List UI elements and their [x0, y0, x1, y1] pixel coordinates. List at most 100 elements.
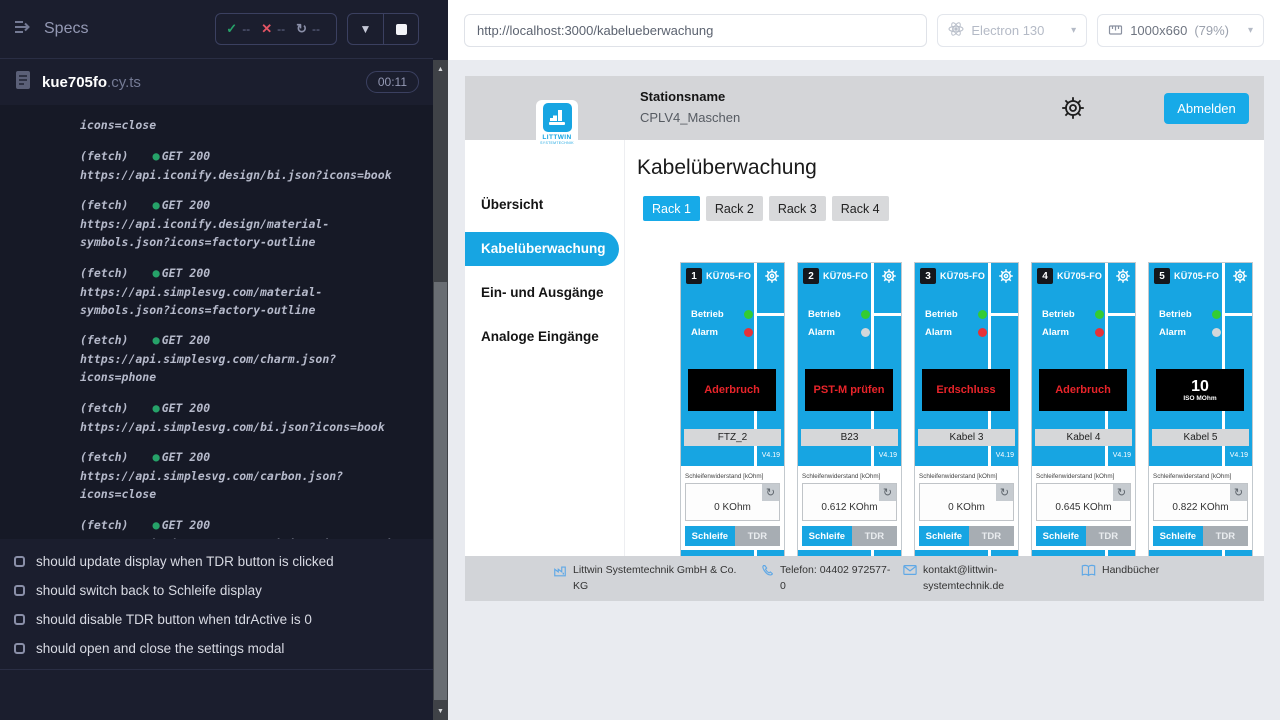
- betrieb-led: [1212, 310, 1221, 319]
- tdr-button[interactable]: TDR: [1086, 526, 1131, 546]
- card-settings-gear-icon[interactable]: [1230, 266, 1250, 286]
- schleife-button[interactable]: Schleife: [1036, 526, 1086, 546]
- status-display: Aderbruch: [1039, 369, 1127, 411]
- status-display: Aderbruch: [688, 369, 776, 411]
- card-settings-gear-icon[interactable]: [1113, 266, 1133, 286]
- refresh-icon[interactable]: ↻: [996, 484, 1013, 501]
- log-entry[interactable]: (fetch)●GET 200 https://api.simplesvg.co…: [80, 516, 419, 539]
- cable-label: B23: [801, 429, 898, 446]
- tdr-button[interactable]: TDR: [852, 526, 897, 546]
- reading-value: 0.645 KOhm: [1037, 502, 1130, 513]
- screen: Specs ✓ -- ✕ -- ↻ -- ▼: [0, 0, 1280, 720]
- tdr-button[interactable]: TDR: [1203, 526, 1248, 546]
- stop-run-button[interactable]: [383, 14, 418, 44]
- tab-rack-1[interactable]: Rack 1: [643, 196, 700, 221]
- sidebar-item-analoge-eingaenge[interactable]: Analoge Eingänge: [465, 320, 619, 354]
- divider: [988, 313, 1018, 316]
- reading-box: ↻ 0 KOhm: [685, 483, 780, 521]
- status-dot-icon: ●: [152, 518, 159, 532]
- log-entry[interactable]: (fetch)●GET 200 https://api.iconify.desi…: [80, 196, 419, 251]
- spec-extension: .cy.ts: [107, 74, 141, 91]
- betrieb-led: [744, 310, 753, 319]
- url-input[interactable]: http://localhost:3000/kabelueberwachung: [464, 14, 927, 47]
- schleife-button[interactable]: Schleife: [1153, 526, 1203, 546]
- sidebar-item-uebersicht[interactable]: Übersicht: [465, 188, 619, 222]
- tab-rack-2[interactable]: Rack 2: [706, 196, 763, 221]
- viewport-selector[interactable]: 1000x660 (79%) ▾: [1097, 14, 1264, 47]
- sidebar-item-kabelueberwachung[interactable]: Kabelüberwachung: [465, 232, 619, 266]
- spec-row[interactable]: kue705fo.cy.ts 00:11: [0, 59, 433, 105]
- test-item[interactable]: should switch back to Schleife display: [0, 576, 433, 605]
- electron-icon: [948, 21, 964, 40]
- card-model: KÜ705-FO: [940, 271, 985, 281]
- log-entry[interactable]: (fetch)●GET 200 https://api.simplesvg.co…: [80, 331, 419, 386]
- test-item[interactable]: should update display when TDR button is…: [0, 547, 433, 576]
- cable-label: Kabel 4: [1035, 429, 1132, 446]
- app-main: Kabelüberwachung Rack 1 Rack 2 Rack 3 Ra…: [637, 140, 1264, 556]
- card-settings-gear-icon[interactable]: [996, 266, 1016, 286]
- test-item[interactable]: should disable TDR button when tdrActive…: [0, 605, 433, 634]
- log-entry[interactable]: (fetch)●GET 200 https://api.simplesvg.co…: [80, 264, 419, 319]
- test-item[interactable]: should open and close the settings modal: [0, 634, 433, 663]
- reading-title: Schleifenwiderstand [kOhm]: [685, 473, 763, 480]
- schleife-button[interactable]: Schleife: [919, 526, 969, 546]
- divider: [871, 313, 901, 316]
- footer-company: Littwin Systemtechnik GmbH & Co. KG: [553, 563, 738, 595]
- failed-count: --: [277, 22, 285, 36]
- footer-email[interactable]: kontakt@littwin-systemtechnik.de: [903, 563, 1023, 595]
- ruler-icon: [1108, 21, 1123, 39]
- logout-button[interactable]: Abmelden: [1164, 93, 1249, 124]
- log-entry[interactable]: (fetch)●GET 200 https://api.simplesvg.co…: [80, 399, 419, 437]
- alarm-led: [1095, 328, 1104, 337]
- device-card-5: 5 KÜ705-FO: [1148, 262, 1253, 601]
- status-display: PST-M prüfen: [805, 369, 893, 411]
- chevron-down-icon: ▼: [360, 22, 372, 36]
- schleife-button[interactable]: Schleife: [802, 526, 852, 546]
- betrieb-led: [1095, 310, 1104, 319]
- refresh-icon[interactable]: ↻: [879, 484, 896, 501]
- browser-selector[interactable]: Electron 130 ▾: [937, 14, 1087, 47]
- footer-phone[interactable]: Telefon: 04402 972577-0: [761, 563, 893, 595]
- device-cards: 1 KÜ705-FO: [637, 262, 1264, 601]
- specs-list-arrow-icon: [14, 20, 34, 39]
- status-dot-icon: ●: [152, 149, 159, 163]
- cable-label: FTZ_2: [684, 429, 781, 446]
- tdr-button[interactable]: TDR: [735, 526, 780, 546]
- collapse-button[interactable]: ▼: [348, 14, 383, 44]
- tdr-button[interactable]: TDR: [969, 526, 1014, 546]
- log-url: https://api.iconify.design/bi.json?icons…: [80, 167, 410, 185]
- card-settings-gear-icon[interactable]: [762, 266, 782, 286]
- divider: [754, 313, 784, 316]
- refresh-icon[interactable]: ↻: [1113, 484, 1130, 501]
- reading-box: ↻ 0 KOhm: [919, 483, 1014, 521]
- reading-value: 0.612 KOhm: [803, 502, 896, 513]
- card-model: KÜ705-FO: [1057, 271, 1102, 281]
- sidebar-item-ein-und-ausgaenge[interactable]: Ein- und Ausgänge: [465, 276, 619, 310]
- card-settings-gear-icon[interactable]: [879, 266, 899, 286]
- refresh-icon[interactable]: ↻: [762, 484, 779, 501]
- refresh-icon[interactable]: ↻: [1230, 484, 1247, 501]
- scroll-down-arrow[interactable]: ▼: [433, 704, 448, 718]
- specs-menu-toggle[interactable]: Specs: [14, 20, 88, 39]
- log-entry[interactable]: (fetch)●GET 200 https://api.iconify.desi…: [80, 147, 419, 185]
- scrollbar-track[interactable]: ▲ ▼: [433, 60, 448, 720]
- browser-name: Electron 130: [971, 23, 1044, 38]
- app-kabelueberwachung: LITTWIN SYSTEMTECHNIK Stationsname CPLV4…: [465, 76, 1264, 601]
- cable-label: Kabel 5: [1152, 429, 1249, 446]
- measurement-value: 10: [1191, 378, 1209, 396]
- scrollbar-thumb[interactable]: [434, 282, 447, 700]
- test-stats[interactable]: ✓ -- ✕ -- ↻ --: [215, 13, 337, 45]
- aut-stage: LITTWIN SYSTEMTECHNIK Stationsname CPLV4…: [448, 60, 1280, 720]
- device-card-3: 3 KÜ705-FO: [914, 262, 1019, 601]
- alarm-led: [861, 328, 870, 337]
- firmware-version: V4.19: [1113, 452, 1131, 459]
- settings-gear-button[interactable]: [1058, 93, 1088, 123]
- log-entry[interactable]: (fetch)●GET 200 https://api.simplesvg.co…: [80, 448, 419, 503]
- schleife-button[interactable]: Schleife: [685, 526, 735, 546]
- reading-title: Schleifenwiderstand [kOhm]: [1036, 473, 1114, 480]
- tab-rack-4[interactable]: Rack 4: [832, 196, 889, 221]
- scroll-up-arrow[interactable]: ▲: [433, 62, 448, 76]
- card-number-badge: 1: [686, 268, 702, 284]
- footer-handbuecher[interactable]: Handbücher: [1081, 563, 1159, 579]
- tab-rack-3[interactable]: Rack 3: [769, 196, 826, 221]
